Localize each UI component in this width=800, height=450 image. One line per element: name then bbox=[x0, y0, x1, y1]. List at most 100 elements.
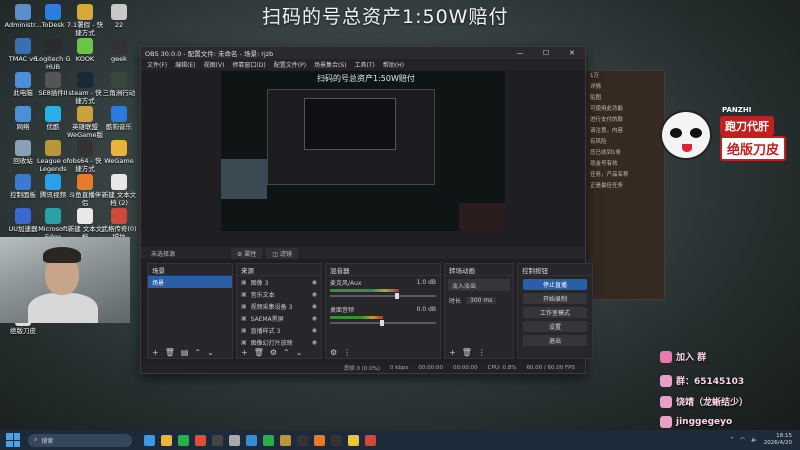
eye-icon[interactable]: ◉ bbox=[312, 291, 317, 298]
menu-item[interactable]: 工具(T) bbox=[355, 60, 375, 69]
trash-icon[interactable]: 🗑 bbox=[254, 348, 264, 357]
filter-icon[interactable]: ▤ bbox=[181, 348, 189, 357]
slider-handle[interactable] bbox=[394, 293, 399, 299]
source-item[interactable]: ▣ 音乐文本 ◉ bbox=[237, 288, 321, 300]
eye-icon[interactable]: ◉ bbox=[312, 303, 317, 310]
add-icon[interactable]: + bbox=[241, 348, 248, 357]
taskbar-app-icon[interactable] bbox=[297, 434, 308, 446]
trash-icon[interactable]: 🗑 bbox=[165, 348, 175, 357]
up-icon[interactable]: ⌃ bbox=[283, 348, 290, 357]
desktop-icon-label: WeGame bbox=[104, 157, 134, 165]
menu-item[interactable]: 场景集合(S) bbox=[314, 60, 347, 69]
control-button[interactable]: 退出 bbox=[523, 335, 587, 346]
desktop-icon[interactable]: obs64 - 快捷方式 bbox=[66, 140, 104, 173]
up-icon[interactable]: ⌃ bbox=[194, 348, 201, 357]
slider-handle[interactable] bbox=[379, 320, 384, 326]
taskbar-app-icon[interactable] bbox=[178, 434, 189, 446]
volume-icon[interactable]: 🔈 bbox=[751, 437, 758, 443]
app-icon bbox=[77, 140, 93, 156]
trash-icon[interactable]: 🗑 bbox=[462, 348, 472, 357]
properties-button[interactable]: ⚙ 属性 bbox=[231, 247, 263, 259]
desktop-icon[interactable]: 斗鱼直播伴侣 bbox=[66, 174, 104, 207]
desktop-icon[interactable]: 新建 文本文档 (2) bbox=[100, 174, 138, 207]
desktop-icon[interactable]: 英雄联盟WeGame版 bbox=[66, 106, 104, 139]
network-icon[interactable]: ◠ bbox=[740, 437, 745, 443]
app-icon bbox=[111, 38, 127, 54]
source-item[interactable]: ▣ 图像 3 ◉ bbox=[237, 276, 321, 288]
source-type-icon: ▣ bbox=[241, 326, 247, 334]
eye-icon[interactable]: ◉ bbox=[312, 315, 317, 322]
desktop-icon[interactable]: geek bbox=[100, 38, 138, 64]
desktop-icon-label: 斗鱼直播伴侣 bbox=[68, 191, 102, 207]
desktop-icon[interactable]: steam - 快捷方式 bbox=[66, 72, 104, 105]
taskbar-app-icon[interactable] bbox=[331, 434, 342, 446]
desktop-icon[interactable]: 7.1署假 - 快捷方式 bbox=[66, 4, 104, 37]
menu-item[interactable]: 文件(F) bbox=[147, 60, 167, 69]
down-icon[interactable]: ⌄ bbox=[296, 348, 303, 357]
duration-input[interactable]: 300 ms bbox=[466, 296, 497, 304]
menu-item[interactable]: 编辑(E) bbox=[175, 60, 195, 69]
taskbar-app-icon[interactable] bbox=[365, 434, 376, 446]
desktop-icon[interactable]: WeGame bbox=[100, 140, 138, 166]
taskbar-app-icon[interactable] bbox=[212, 434, 223, 446]
down-icon[interactable]: ⌄ bbox=[207, 348, 214, 357]
app-icon bbox=[15, 72, 31, 88]
eye-icon[interactable]: ◉ bbox=[312, 339, 317, 346]
app-icon bbox=[15, 106, 31, 122]
channel-name: 桌面音频 bbox=[330, 306, 355, 314]
menu-item[interactable]: 停靠窗口(D) bbox=[232, 60, 265, 69]
link-icon[interactable]: ⚙ bbox=[330, 348, 337, 357]
app-icon bbox=[45, 4, 61, 20]
taskbar-app-icon[interactable] bbox=[229, 434, 240, 446]
chevron-up-icon[interactable]: ⌃ bbox=[730, 437, 735, 443]
control-button[interactable]: 停止直播 bbox=[523, 279, 587, 290]
taskbar-search[interactable]: ⌕ 搜索 bbox=[28, 433, 132, 447]
volume-slider[interactable] bbox=[330, 293, 436, 299]
obs-preview[interactable]: 扫码的号总资产1:50W赔付 bbox=[221, 71, 505, 231]
eye-icon[interactable]: ◉ bbox=[312, 327, 317, 334]
eye-icon[interactable]: ◉ bbox=[312, 279, 317, 286]
control-button[interactable]: 工作室模式 bbox=[523, 307, 587, 318]
windows-start-icon[interactable] bbox=[6, 433, 20, 447]
desktop-icon[interactable]: 酷狗音乐 bbox=[100, 106, 138, 132]
obs-window[interactable]: OBS 30.0.0 - 配置文件: 未命名 - 场景: rjzb — ☐ ✕ … bbox=[140, 46, 593, 374]
add-icon[interactable]: + bbox=[449, 348, 456, 357]
source-item[interactable]: ▣ 视频采集设备 3 ◉ bbox=[237, 300, 321, 312]
obs-titlebar[interactable]: OBS 30.0.0 - 配置文件: 未命名 - 场景: rjzb — ☐ ✕ bbox=[141, 47, 585, 59]
app-icon bbox=[111, 4, 127, 20]
search-placeholder: 搜索 bbox=[41, 437, 54, 445]
menu-item[interactable]: 配置文件(P) bbox=[274, 60, 306, 69]
minimize-icon[interactable]: — bbox=[507, 49, 533, 57]
taskbar-app-icon[interactable] bbox=[246, 434, 257, 446]
source-item[interactable]: ▣ 直播样式 3 ◉ bbox=[237, 324, 321, 336]
more-icon[interactable]: ⋮ bbox=[478, 348, 486, 357]
menu-item[interactable]: 视图(V) bbox=[204, 60, 225, 69]
control-button[interactable]: 开始录制 bbox=[523, 293, 587, 304]
scene-item[interactable]: 场景 bbox=[148, 276, 232, 288]
filters-button[interactable]: ◫ 滤镜 bbox=[266, 247, 298, 259]
taskbar-app-icon[interactable] bbox=[314, 434, 325, 446]
transition-select[interactable]: 淡入淡出 bbox=[448, 279, 510, 291]
source-item[interactable]: ▣ SAEMA黑屏 ◉ bbox=[237, 312, 321, 324]
menu-item[interactable]: 帮助(H) bbox=[383, 60, 404, 69]
gear-icon[interactable]: ⚙ bbox=[270, 348, 277, 357]
maximize-icon[interactable]: ☐ bbox=[533, 49, 559, 57]
taskbar-app-icon[interactable] bbox=[195, 434, 206, 446]
app-icon bbox=[45, 106, 61, 122]
taskbar-app-icon[interactable] bbox=[348, 434, 359, 446]
more-icon[interactable]: ⋮ bbox=[343, 348, 351, 357]
clock[interactable]: 18:15 2026/4/20 bbox=[764, 433, 792, 447]
search-icon: ⌕ bbox=[34, 436, 38, 443]
desktop-icon[interactable]: 三角洲行动 bbox=[100, 72, 138, 98]
desktop-icon[interactable]: KOOK bbox=[66, 38, 104, 64]
taskbar-app-icon[interactable] bbox=[280, 434, 291, 446]
volume-slider[interactable] bbox=[330, 320, 436, 326]
app-icon bbox=[77, 208, 93, 224]
close-icon[interactable]: ✕ bbox=[559, 49, 585, 57]
control-button[interactable]: 设置 bbox=[523, 321, 587, 332]
desktop-icon[interactable]: 22 bbox=[100, 4, 138, 30]
taskbar-app-icon[interactable] bbox=[144, 434, 155, 446]
taskbar-app-icon[interactable] bbox=[161, 434, 172, 446]
taskbar-app-icon[interactable] bbox=[263, 434, 274, 446]
add-icon[interactable]: + bbox=[152, 348, 159, 357]
